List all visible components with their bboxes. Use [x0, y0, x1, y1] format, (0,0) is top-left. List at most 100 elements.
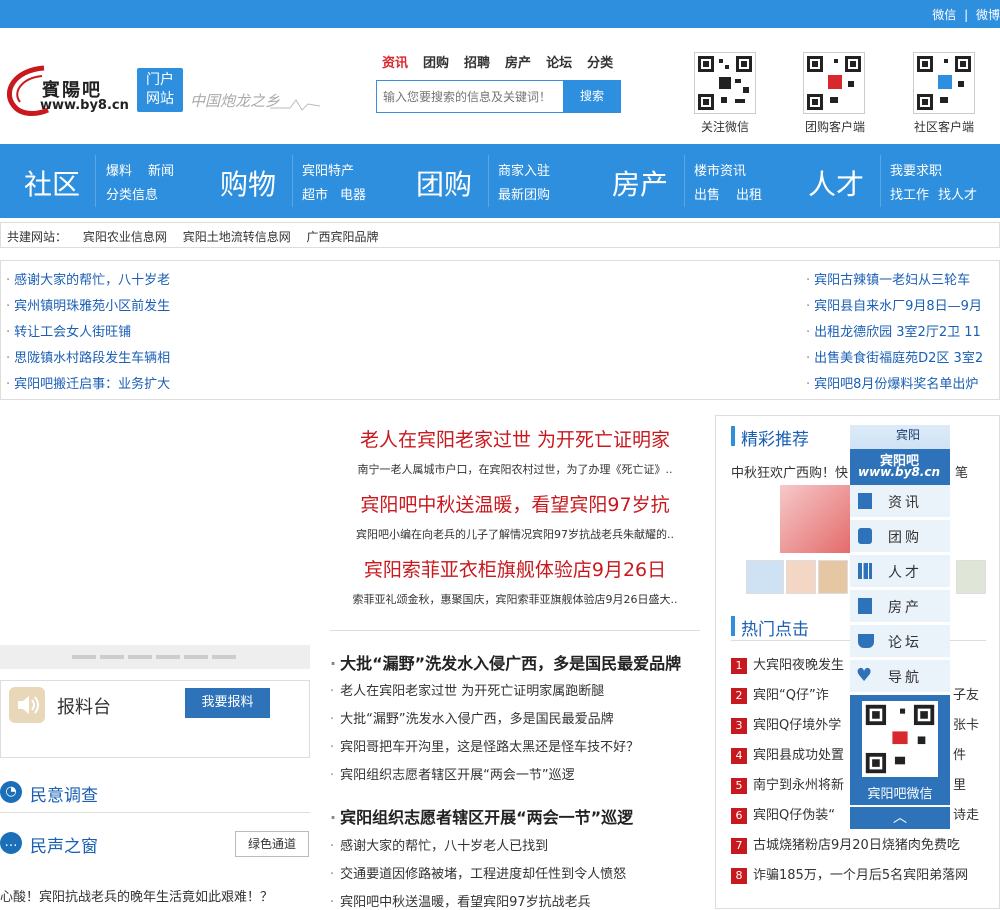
partner-link[interactable]: 宾阳土地流转信息网	[183, 230, 291, 244]
featured-image[interactable]	[780, 485, 850, 553]
list-title[interactable]: · 大批“漏野”洗发水入侵广西，多是国民最爱品牌	[330, 650, 681, 674]
nav-link-house-news[interactable]: 楼市资讯	[694, 160, 746, 179]
float-qr-box: 宾阳吧微信	[850, 695, 950, 805]
divider	[0, 812, 310, 813]
document-icon	[858, 493, 872, 509]
featured-text[interactable]: 中秋狂欢广西购！快	[731, 462, 848, 481]
ticker-item[interactable]: · 宾阳古辣镇一老妇从三轮车	[806, 269, 970, 288]
building-icon	[858, 598, 872, 614]
nav-talent[interactable]: 人才	[808, 163, 864, 203]
list-item[interactable]: · 大批“漏野”洗发水入侵广西，多是国民最爱品牌	[330, 708, 614, 727]
search-button[interactable]: 搜索	[563, 80, 621, 113]
nav-link-merchant[interactable]: 商家入驻	[498, 160, 550, 179]
search-tab-news[interactable]: 资讯	[382, 52, 408, 71]
nav-divider	[488, 155, 489, 207]
float-item-navigation[interactable]: ♥ 导航	[850, 660, 950, 692]
nav-link-job-seek[interactable]: 我要求职	[890, 160, 942, 179]
ticker-item[interactable]: · 出租龙德欣园 3室2厅2卫 11	[806, 321, 981, 340]
headline-title[interactable]: 宾阳吧中秋送温暖，看望宾阳97岁抗	[330, 490, 700, 517]
ticker-item[interactable]: · 宾阳县自来水厂9月8日—9月	[806, 295, 982, 314]
list-title[interactable]: · 宾阳组织志愿者辖区开展“两会一节”巡逻	[330, 804, 633, 828]
top-bar: 微信 | 微博	[0, 0, 1000, 28]
hot-item[interactable]: 6 宾阳Q仔伪装“	[731, 804, 835, 824]
nav-link-specialty[interactable]: 宾阳特产	[302, 160, 354, 179]
nav-community[interactable]: 社区	[24, 163, 80, 203]
nav-link-sale[interactable]: 出售	[694, 184, 720, 203]
float-item-house[interactable]: 房产	[850, 590, 950, 622]
hot-item[interactable]: 2 宾阳“Q仔”诈	[731, 684, 829, 704]
partner-link[interactable]: 宾阳农业信息网	[83, 230, 167, 244]
ticker-item[interactable]: · 感谢大家的帮忙，八十岁老	[6, 269, 170, 288]
headline-summary: 宾阳吧小编在向老兵的儿子了解情况宾阳97岁抗战老兵朱献耀的..	[356, 528, 674, 541]
ticker-item[interactable]: · 思陇镇水村路段发生车辆相	[6, 347, 170, 366]
qr-caption-community: 社区客户端	[913, 120, 974, 134]
nav-link-find-talent[interactable]: 找人才	[938, 184, 977, 203]
speaker-icon	[9, 687, 45, 723]
float-item-talent[interactable]: 人才	[850, 555, 950, 587]
green-channel-button[interactable]: 绿色通道	[235, 831, 309, 857]
hot-item[interactable]: 8 诈骗185万，一个月后5名宾阳弟落网	[731, 864, 968, 884]
nav-link-rent[interactable]: 出租	[736, 184, 762, 203]
list-item[interactable]: · 老人在宾阳老家过世 为开死亡证明家属跑断腿	[330, 680, 604, 699]
back-to-top-button[interactable]: ︿	[850, 807, 950, 829]
partner-label: 共建网站：	[7, 230, 68, 244]
nav-house[interactable]: 房产	[612, 163, 668, 203]
heart-icon: ♥	[856, 665, 873, 686]
voice-title[interactable]: 民声之窗	[30, 832, 98, 857]
product-thumb[interactable]	[818, 560, 848, 594]
nav-link-appliance[interactable]: 电器	[340, 184, 366, 203]
search-input[interactable]	[376, 80, 563, 113]
ticker-item[interactable]: · 出售美食街福庭苑D2区 3室2	[806, 347, 983, 366]
search-tab-jobs[interactable]: 招聘	[464, 52, 490, 71]
list-item[interactable]: · 感谢大家的帮忙，八十岁老人已找到	[330, 835, 548, 854]
survey-title[interactable]: 民意调查	[30, 781, 98, 806]
list-item[interactable]: · 宾阳哥把车开沟里，这是怪路太黑还是怪车技不好？	[330, 736, 639, 755]
ticker-item[interactable]: · 转让工会女人街旺铺	[6, 321, 131, 340]
qr-community	[913, 52, 975, 114]
ticker-item[interactable]: · 宾阳吧8月份爆料奖名单出炉	[806, 373, 978, 392]
product-thumb[interactable]	[956, 560, 986, 594]
hot-item[interactable]: 5 南宁到永州将新	[731, 774, 844, 794]
voice-item[interactable]: 心酸！宾阳抗战老兵的晚年生活竟如此艰难！？	[0, 886, 273, 905]
partner-link[interactable]: 广西宾阳品牌	[307, 230, 379, 244]
float-url: www.by8.cn	[858, 465, 941, 479]
search-tab-forum[interactable]: 论坛	[546, 52, 572, 71]
float-item-groupbuy[interactable]: 团购	[850, 520, 950, 552]
nav-groupbuy[interactable]: 团购	[416, 163, 472, 203]
ticker-item[interactable]: · 宾阳吧搬迁启事：业务扩大	[6, 373, 170, 392]
hot-item[interactable]: 4 宾阳县成功处置	[731, 744, 844, 764]
nav-link-latest-groupbuy[interactable]: 最新团购	[498, 184, 550, 203]
clock-icon: ◔	[0, 781, 22, 803]
headline-title[interactable]: 老人在宾阳老家过世 为开死亡证明家	[330, 425, 700, 452]
headline-title[interactable]: 宾阳索菲亚衣柜旗舰体验店9月26日	[330, 555, 700, 582]
search-tab-groupbuy[interactable]: 团购	[423, 52, 449, 71]
nav-shopping[interactable]: 购物	[220, 163, 276, 203]
product-thumb[interactable]	[786, 560, 816, 594]
nav-link-find-job[interactable]: 找工作	[890, 184, 929, 203]
baoliao-button[interactable]: 我要报料	[185, 688, 270, 718]
nav-divider	[292, 155, 293, 207]
list-item[interactable]: · 交通要道因修路被堵，工程进度却任性到令人愤怒	[330, 863, 626, 882]
list-item[interactable]: · 宾阳吧中秋送温暖，看望宾阳97岁抗战老兵	[330, 891, 591, 910]
featured-title[interactable]: 精彩推荐	[741, 425, 809, 450]
nav-link-baoliao[interactable]: 爆料	[106, 160, 132, 179]
qr-code-icon	[807, 56, 861, 110]
float-item-forum[interactable]: 论坛	[850, 625, 950, 657]
search-tab-house[interactable]: 房产	[505, 52, 531, 71]
hot-item-tail: 件	[953, 748, 967, 763]
pager-dots[interactable]	[72, 655, 237, 659]
nav-link-supermarket[interactable]: 超市	[302, 184, 328, 203]
search-tab-classified[interactable]: 分类	[587, 52, 613, 71]
ticker-item[interactable]: · 宾州镇明珠雅苑小区前发生	[6, 295, 170, 314]
hot-title[interactable]: 热门点击	[741, 615, 809, 640]
product-thumb[interactable]	[746, 560, 784, 594]
nav-link-classified[interactable]: 分类信息	[106, 184, 158, 203]
nav-link-news[interactable]: 新闻	[148, 160, 174, 179]
float-item-news[interactable]: 资讯	[850, 485, 950, 517]
weibo-link[interactable]: 微博	[976, 8, 1000, 22]
hot-item[interactable]: 1 大宾阳夜晚发生	[731, 654, 844, 674]
hot-item[interactable]: 7 古城烧猪粉店9月20日烧猪肉免费吃	[731, 834, 960, 854]
list-item[interactable]: · 宾阳组织志愿者辖区开展“两会一节”巡逻	[330, 764, 575, 783]
weixin-link[interactable]: 微信	[932, 8, 956, 22]
hot-item[interactable]: 3 宾阳Q仔境外学	[731, 714, 841, 734]
